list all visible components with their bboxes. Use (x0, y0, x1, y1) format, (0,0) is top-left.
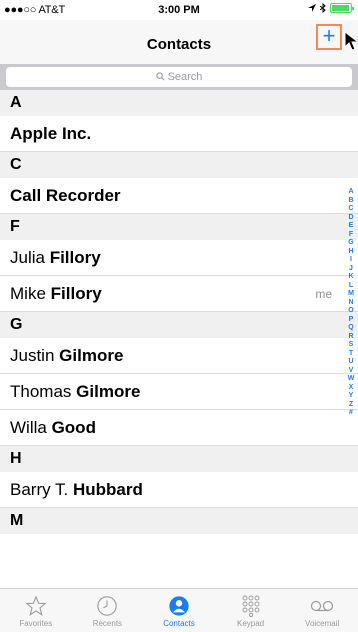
index-letter[interactable]: K (346, 273, 356, 282)
index-letter[interactable]: E (346, 222, 356, 231)
search-bar: Search (0, 64, 358, 90)
index-letter[interactable]: N (346, 299, 356, 308)
contact-first-name: Thomas (10, 382, 72, 401)
tab-label: Voicemail (305, 619, 340, 628)
section-header-g: G (0, 312, 358, 338)
contact-first-name: Barry T. (10, 480, 69, 499)
contact-icon (169, 596, 189, 616)
contact-last-name: Fillory (49, 248, 101, 267)
contact-last-name: Gilmore (59, 346, 124, 365)
status-bar: ●●●○○ AT&T 3:00 PM (0, 0, 358, 20)
contact-row[interactable]: Mike Fillory me (0, 276, 358, 312)
contact-first-name: Call Recorder (10, 186, 121, 205)
status-right (308, 3, 354, 13)
tab-voicemail[interactable]: Voicemail (286, 589, 358, 632)
tab-recents[interactable]: Recents (72, 589, 144, 632)
contact-row[interactable]: Call Recorder (0, 178, 358, 214)
status-time: 3:00 PM (158, 4, 200, 16)
index-letter[interactable]: I (346, 256, 356, 265)
add-contact-button[interactable]: + (316, 24, 342, 50)
tab-label: Contacts (163, 619, 195, 628)
index-letter[interactable]: H (346, 248, 356, 257)
nav-bar: Contacts + (0, 20, 358, 64)
section-index[interactable]: A B C D E F G H I J K L M N O P Q R S T U V W X Y Z # (346, 188, 356, 418)
contact-last-name: Gilmore (76, 382, 141, 401)
index-letter[interactable]: M (346, 290, 356, 299)
index-letter[interactable]: G (346, 239, 356, 248)
contact-row[interactable]: Willa Good (0, 410, 358, 446)
section-header-h: H (0, 446, 358, 472)
tab-bar: Favorites Recents Contacts Keypad Voicem… (0, 588, 358, 632)
battery-icon (330, 3, 354, 13)
index-letter[interactable]: X (346, 384, 356, 393)
contact-first-name: Willa (10, 418, 47, 437)
index-letter[interactable]: B (346, 197, 356, 206)
tab-label: Keypad (237, 619, 265, 628)
search-icon (155, 72, 165, 81)
index-letter[interactable]: V (346, 367, 356, 376)
index-letter[interactable]: F (346, 231, 356, 240)
voicemail-icon (311, 600, 334, 612)
section-header-a: A (0, 90, 358, 116)
index-letter[interactable]: U (346, 358, 356, 367)
index-letter[interactable]: # (346, 409, 356, 418)
location-icon (308, 4, 316, 12)
bluetooth-icon (320, 3, 326, 13)
search-input[interactable]: Search (6, 67, 352, 87)
contact-row[interactable]: Barry T. Hubbard (0, 472, 358, 508)
tab-label: Recents (92, 619, 123, 628)
index-letter[interactable]: D (346, 214, 356, 223)
page-title: Contacts (146, 36, 212, 53)
tab-keypad[interactable]: Keypad (215, 589, 287, 632)
me-label: me (315, 287, 332, 301)
contact-row[interactable]: Julia Fillory (0, 240, 358, 276)
contact-first-name: Apple Inc. (10, 124, 92, 143)
contact-first-name: Julia (10, 248, 45, 267)
index-letter[interactable]: J (346, 265, 356, 274)
index-letter[interactable]: Y (346, 392, 356, 401)
search-placeholder: Search (167, 71, 203, 83)
index-letter[interactable]: Q (346, 324, 356, 333)
tab-label: Favorites (19, 619, 53, 628)
contact-last-name: Hubbard (73, 480, 143, 499)
index-letter[interactable]: P (346, 316, 356, 325)
index-letter[interactable]: W (346, 375, 356, 384)
section-header-f: F (0, 214, 358, 240)
section-header-m: M (0, 508, 358, 534)
clock-icon (97, 596, 118, 616)
mouse-pointer-icon (344, 31, 358, 51)
contacts-list[interactable]: A Apple Inc. C Call Recorder F Julia Fil… (0, 90, 358, 616)
index-letter[interactable]: S (346, 341, 356, 350)
tab-contacts[interactable]: Contacts (143, 589, 215, 632)
section-header-c: C (0, 152, 358, 178)
index-letter[interactable]: A (346, 188, 356, 197)
index-letter[interactable]: R (346, 333, 356, 342)
contact-last-name: Fillory (50, 284, 102, 303)
index-letter[interactable]: T (346, 350, 356, 359)
tab-favorites[interactable]: Favorites (0, 589, 72, 632)
contact-row[interactable]: Thomas Gilmore (0, 374, 358, 410)
contact-first-name: Justin (10, 346, 55, 365)
contact-last-name: Good (51, 418, 96, 437)
index-letter[interactable]: L (346, 282, 356, 291)
contact-row[interactable]: Justin Gilmore (0, 338, 358, 374)
keypad-icon (242, 595, 260, 617)
index-letter[interactable]: C (346, 205, 356, 214)
index-letter[interactable]: Z (346, 401, 356, 410)
star-icon (25, 595, 47, 616)
contact-first-name: Mike (10, 284, 46, 303)
contact-row[interactable]: Apple Inc. (0, 116, 358, 152)
index-letter[interactable]: O (346, 307, 356, 316)
